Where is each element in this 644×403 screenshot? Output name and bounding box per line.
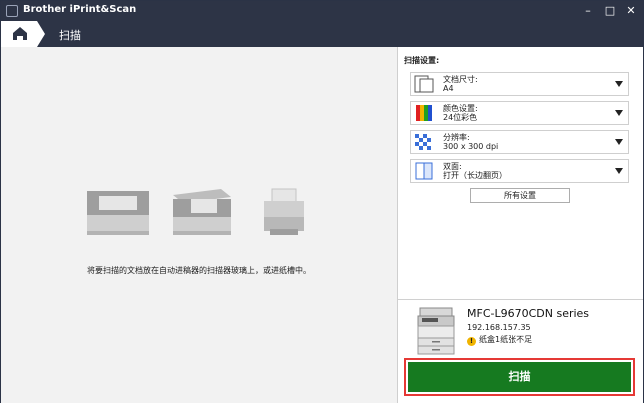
close-button[interactable]: ✕: [623, 3, 639, 19]
feeder-scanner-icon: [264, 188, 304, 235]
document-size-dropdown[interactable]: 文档尺寸: A4: [410, 72, 629, 96]
resolution-icon: [415, 134, 431, 150]
color-setting-label: 颜色设置:: [443, 104, 478, 113]
breadcrumb: 扫描: [59, 29, 81, 42]
adf-scanner-icon: [173, 189, 231, 235]
printer-device-icon: [417, 307, 455, 355]
title-bar: Brother iPrint&Scan – □ ✕: [1, 1, 643, 21]
warning-icon: !: [467, 337, 476, 346]
chevron-down-icon: [615, 110, 623, 116]
flatbed-scanner-icon: [87, 191, 149, 235]
scan-instruction-text: 将要扫描的文档放在自动进稿器的扫描器玻璃上，或进纸槽中。: [87, 266, 311, 275]
chevron-down-icon: [615, 168, 623, 174]
resolution-dropdown[interactable]: 分辨率: 300 x 300 dpi: [410, 130, 629, 154]
device-divider: [398, 299, 643, 300]
all-settings-button[interactable]: 所有设置: [470, 188, 570, 203]
document-size-label: 文档尺寸:: [443, 75, 478, 84]
device-warning: ! 纸盒1纸张不足: [467, 334, 532, 346]
app-window: Brother iPrint&Scan – □ ✕ 扫描 将要扫描的文档放在自动…: [0, 0, 644, 403]
duplex-value: 打开（长边翻页）: [443, 171, 507, 180]
duplex-dropdown[interactable]: 双面: 打开（长边翻页）: [410, 159, 629, 183]
nav-bar: 扫描: [1, 21, 643, 47]
duplex-icon: [415, 162, 433, 180]
scan-instruction-pane: 将要扫描的文档放在自动进稿器的扫描器玻璃上，或进纸槽中。: [1, 47, 397, 403]
duplex-label: 双面:: [443, 162, 462, 171]
chevron-down-icon: [615, 139, 623, 145]
document-size-icon: [414, 75, 434, 93]
resolution-label: 分辨率:: [443, 133, 470, 142]
document-size-value: A4: [443, 84, 454, 93]
chevron-down-icon: [615, 81, 623, 87]
minimize-button[interactable]: –: [580, 3, 596, 19]
window-title: Brother iPrint&Scan: [23, 4, 137, 15]
color-setting-dropdown[interactable]: 颜色设置: 24位彩色: [410, 101, 629, 125]
color-setting-icon: [416, 105, 432, 121]
device-warning-text: 纸盒1纸张不足: [479, 335, 533, 344]
scan-button[interactable]: 扫描: [408, 362, 631, 392]
home-button[interactable]: [1, 21, 45, 47]
device-name[interactable]: MFC-L9670CDN series: [467, 307, 589, 320]
color-setting-value: 24位彩色: [443, 113, 478, 122]
device-ip: 192.168.157.35: [467, 323, 531, 332]
home-icon: [1, 21, 45, 47]
resolution-value: 300 x 300 dpi: [443, 142, 499, 151]
maximize-button[interactable]: □: [602, 3, 618, 19]
settings-heading: 扫描设置:: [404, 56, 440, 65]
app-icon: [6, 5, 18, 17]
